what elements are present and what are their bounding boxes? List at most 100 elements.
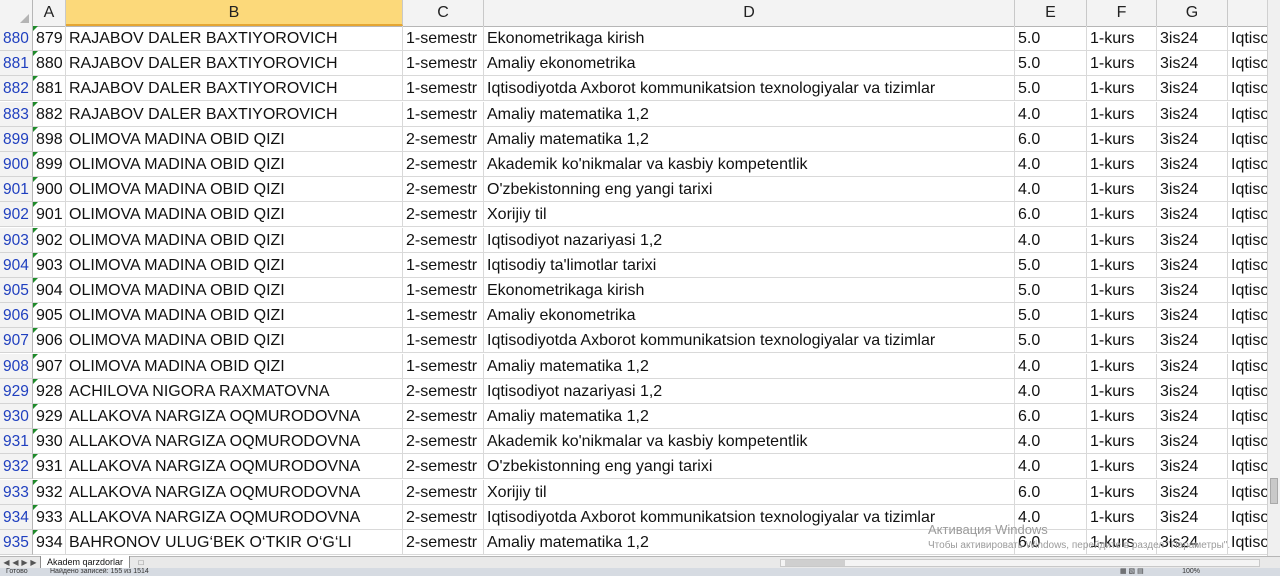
cell-f[interactable]: 1-kurs <box>1087 152 1157 177</box>
cell-e[interactable]: 6.0 <box>1015 530 1087 555</box>
cell-b[interactable]: OLIMOVA MADINA OBID QIZI <box>66 353 403 379</box>
cell-g[interactable]: 3is24 <box>1157 404 1228 429</box>
row-header[interactable]: 932 <box>0 454 33 480</box>
cell-b[interactable]: ALLAKOVA NARGIZA OQMURODOVNA <box>66 429 403 455</box>
column-header-b[interactable]: B <box>66 0 403 26</box>
row-header[interactable]: 900 <box>0 152 33 177</box>
cell-d[interactable]: Akademik ko'nikmalar va kasbiy kompetent… <box>484 152 1015 177</box>
cell-a[interactable]: 880 <box>33 51 66 77</box>
cell-a[interactable]: 881 <box>33 76 66 102</box>
cell-c[interactable]: 2-semestr <box>403 454 484 480</box>
row-header[interactable]: 935 <box>0 530 33 555</box>
cell-a[interactable]: 882 <box>33 101 66 127</box>
row-header[interactable]: 904 <box>0 252 33 278</box>
cell-e[interactable]: 6.0 <box>1015 202 1087 228</box>
cell-a[interactable]: 928 <box>33 378 66 404</box>
cell-g[interactable]: 3is24 <box>1157 278 1228 303</box>
cell-b[interactable]: RAJABOV DALER BAXTIYOROVICH <box>66 101 403 127</box>
cell-g[interactable]: 3is24 <box>1157 429 1228 455</box>
cell-c[interactable]: 1-semestr <box>403 76 484 102</box>
cell-b[interactable]: ALLAKOVA NARGIZA OQMURODOVNA <box>66 454 403 480</box>
cell-b[interactable]: OLIMOVA MADINA OBID QIZI <box>66 177 403 203</box>
cell-b[interactable]: ALLAKOVA NARGIZA OQMURODOVNA <box>66 479 403 505</box>
vertical-scrollbar[interactable] <box>1267 0 1280 556</box>
cell-e[interactable]: 4.0 <box>1015 227 1087 253</box>
cell-g[interactable]: 3is24 <box>1157 152 1228 177</box>
cell-c[interactable]: 1-semestr <box>403 252 484 278</box>
row-header[interactable]: 933 <box>0 479 33 505</box>
cell-g[interactable]: 3is24 <box>1157 126 1228 152</box>
cell-e[interactable]: 4.0 <box>1015 378 1087 404</box>
cell-a[interactable]: 879 <box>33 26 66 51</box>
cell-a[interactable]: 933 <box>33 504 66 530</box>
row-header[interactable]: 883 <box>0 101 33 127</box>
cell-e[interactable]: 4.0 <box>1015 101 1087 127</box>
cell-b[interactable]: ALLAKOVA NARGIZA OQMURODOVNA <box>66 504 403 530</box>
cell-c[interactable]: 2-semestr <box>403 378 484 404</box>
cell-e[interactable]: 4.0 <box>1015 353 1087 379</box>
cell-g[interactable]: 3is24 <box>1157 530 1228 555</box>
column-header-c[interactable]: C <box>403 0 484 26</box>
view-mode-icon[interactable]: ▦ ▧ ▤ <box>1120 568 1144 576</box>
cell-e[interactable]: 5.0 <box>1015 278 1087 303</box>
cell-f[interactable]: 1-kurs <box>1087 202 1157 228</box>
cell-b[interactable]: OLIMOVA MADINA OBID QIZI <box>66 202 403 228</box>
row-header[interactable]: 931 <box>0 429 33 455</box>
cell-b[interactable]: OLIMOVA MADINA OBID QIZI <box>66 328 403 354</box>
cell-f[interactable]: 1-kurs <box>1087 378 1157 404</box>
cell-e[interactable]: 4.0 <box>1015 177 1087 203</box>
cell-b[interactable]: BAHRONOV ULUG‘BEK O‘TKIR O‘G‘LI <box>66 530 403 555</box>
cell-d[interactable]: Iqtisodiyot nazariyasi 1,2 <box>484 378 1015 404</box>
cell-e[interactable]: 4.0 <box>1015 152 1087 177</box>
cell-c[interactable]: 1-semestr <box>403 328 484 354</box>
row-header[interactable]: 902 <box>0 202 33 228</box>
cell-c[interactable]: 1-semestr <box>403 353 484 379</box>
cell-f[interactable]: 1-kurs <box>1087 227 1157 253</box>
cell-g[interactable]: 3is24 <box>1157 76 1228 102</box>
cell-e[interactable]: 4.0 <box>1015 454 1087 480</box>
cell-c[interactable]: 2-semestr <box>403 152 484 177</box>
row-header[interactable]: 882 <box>0 76 33 102</box>
cell-b[interactable]: RAJABOV DALER BAXTIYOROVICH <box>66 51 403 77</box>
column-header-g[interactable]: G <box>1157 0 1228 26</box>
cell-c[interactable]: 1-semestr <box>403 51 484 77</box>
row-header[interactable]: 880 <box>0 26 33 51</box>
horizontal-scrollbar[interactable] <box>780 559 1260 567</box>
cell-c[interactable]: 2-semestr <box>403 504 484 530</box>
cell-f[interactable]: 1-kurs <box>1087 328 1157 354</box>
cell-c[interactable]: 2-semestr <box>403 404 484 429</box>
cell-d[interactable]: Amaliy matematika 1,2 <box>484 101 1015 127</box>
cell-a[interactable]: 902 <box>33 227 66 253</box>
cell-d[interactable]: Iqtisodiyotda Axborot kommunikatsion tex… <box>484 328 1015 354</box>
cell-d[interactable]: Amaliy matematika 1,2 <box>484 126 1015 152</box>
cell-c[interactable]: 2-semestr <box>403 429 484 455</box>
cell-d[interactable]: Ekonometrikaga kirish <box>484 278 1015 303</box>
cell-c[interactable]: 2-semestr <box>403 177 484 203</box>
row-header[interactable]: 906 <box>0 303 33 329</box>
cell-a[interactable]: 903 <box>33 252 66 278</box>
cell-d[interactable]: Amaliy ekonometrika <box>484 51 1015 77</box>
row-header[interactable]: 930 <box>0 404 33 429</box>
row-header[interactable]: 929 <box>0 378 33 404</box>
cell-a[interactable]: 905 <box>33 303 66 329</box>
cell-c[interactable]: 2-semestr <box>403 530 484 555</box>
cell-d[interactable]: Amaliy ekonometrika <box>484 303 1015 329</box>
cell-e[interactable]: 5.0 <box>1015 328 1087 354</box>
row-header[interactable]: 899 <box>0 126 33 152</box>
cell-d[interactable]: O'zbekistonning eng yangi tarixi <box>484 177 1015 203</box>
cell-f[interactable]: 1-kurs <box>1087 504 1157 530</box>
cell-f[interactable]: 1-kurs <box>1087 530 1157 555</box>
cell-e[interactable]: 5.0 <box>1015 76 1087 102</box>
row-header[interactable]: 881 <box>0 51 33 77</box>
cell-d[interactable]: Amaliy matematika 1,2 <box>484 353 1015 379</box>
cell-f[interactable]: 1-kurs <box>1087 126 1157 152</box>
cell-g[interactable]: 3is24 <box>1157 252 1228 278</box>
cell-f[interactable]: 1-kurs <box>1087 26 1157 51</box>
cell-a[interactable]: 931 <box>33 454 66 480</box>
cell-g[interactable]: 3is24 <box>1157 177 1228 203</box>
cell-b[interactable]: OLIMOVA MADINA OBID QIZI <box>66 252 403 278</box>
cell-a[interactable]: 901 <box>33 202 66 228</box>
cell-e[interactable]: 5.0 <box>1015 252 1087 278</box>
cell-f[interactable]: 1-kurs <box>1087 429 1157 455</box>
cell-b[interactable]: OLIMOVA MADINA OBID QIZI <box>66 303 403 329</box>
